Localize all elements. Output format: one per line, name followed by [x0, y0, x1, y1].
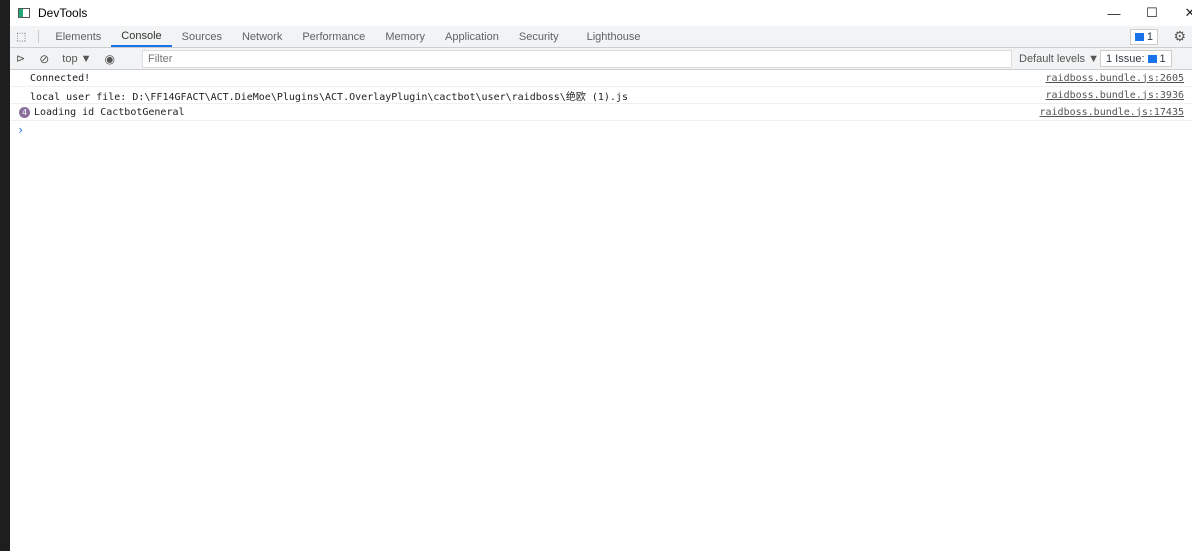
- tab-security[interactable]: Security: [509, 26, 569, 47]
- issues-label: 1 Issue:: [1106, 52, 1145, 65]
- close-button[interactable]: ✕: [1170, 0, 1192, 26]
- message-icon: [1134, 33, 1144, 41]
- devtools-window: DevTools — ☐ ✕ ⬚ Elements Console Source…: [10, 0, 1192, 551]
- console-message: local user file: D:\FF14GFACT\ACT.DieMoe…: [10, 87, 1192, 104]
- source-link[interactable]: raidboss.bundle.js:17435: [1040, 107, 1185, 118]
- message-text: local user file: D:\FF14GFACT\ACT.DieMoe…: [30, 91, 628, 103]
- maximize-button[interactable]: ☐: [1132, 0, 1172, 26]
- filter-input[interactable]: [142, 50, 1012, 68]
- source-link[interactable]: raidboss.bundle.js:2605: [1046, 73, 1184, 84]
- title-bar: DevTools — ☐ ✕: [10, 0, 1192, 26]
- panel-tabs: ⬚ Elements Console Sources Network Perfo…: [10, 26, 1192, 48]
- issues-count: 1: [1159, 52, 1166, 65]
- prompt-chevron-icon: ›: [17, 122, 25, 137]
- tab-application[interactable]: Application: [435, 26, 509, 47]
- context-select[interactable]: top ▼: [62, 53, 91, 65]
- tab-console[interactable]: Console: [111, 26, 172, 47]
- divider: [38, 30, 40, 43]
- tab-sources[interactable]: Sources: [172, 26, 232, 47]
- console-messages: Connected! raidboss.bundle.js:2605 local…: [10, 70, 1192, 138]
- message-text: Connected!: [30, 72, 91, 84]
- console-prompt[interactable]: ›: [10, 121, 1192, 138]
- tab-elements[interactable]: Elements: [45, 26, 111, 47]
- minimize-button[interactable]: —: [1094, 0, 1134, 26]
- issues-count: 1: [1146, 31, 1153, 43]
- message-text: Loading id CactbotGeneral: [34, 106, 185, 118]
- tab-lighthouse[interactable]: Lighthouse: [577, 26, 651, 47]
- issues-counter-button[interactable]: 1 Issue: 1: [1100, 50, 1172, 67]
- console-message: 4 Loading id CactbotGeneral raidboss.bun…: [10, 104, 1192, 121]
- console-toolbar: ⊳ ⊘ top ▼ ◉ Default levels ▼ 1 Issue: 1: [10, 48, 1192, 70]
- window-title: DevTools: [38, 6, 88, 20]
- issues-button[interactable]: 1: [1129, 29, 1158, 45]
- app-icon: [18, 8, 30, 18]
- sidebar-toggle-icon[interactable]: ⊳: [16, 52, 25, 65]
- tab-performance[interactable]: Performance: [292, 26, 375, 47]
- tab-network[interactable]: Network: [232, 26, 292, 47]
- message-icon: [1147, 54, 1157, 63]
- repeat-count-badge: 4: [19, 106, 30, 118]
- eye-icon[interactable]: ◉: [105, 52, 115, 66]
- console-message: Connected! raidboss.bundle.js:2605: [10, 70, 1192, 87]
- gear-icon[interactable]: ⚙: [1173, 28, 1186, 45]
- source-link[interactable]: raidboss.bundle.js:3936: [1046, 90, 1184, 101]
- inspect-element-icon[interactable]: ⬚: [10, 26, 32, 47]
- tab-memory[interactable]: Memory: [375, 26, 435, 47]
- default-levels-dropdown[interactable]: Default levels ▼: [1019, 53, 1099, 65]
- clear-console-icon[interactable]: ⊘: [39, 52, 49, 66]
